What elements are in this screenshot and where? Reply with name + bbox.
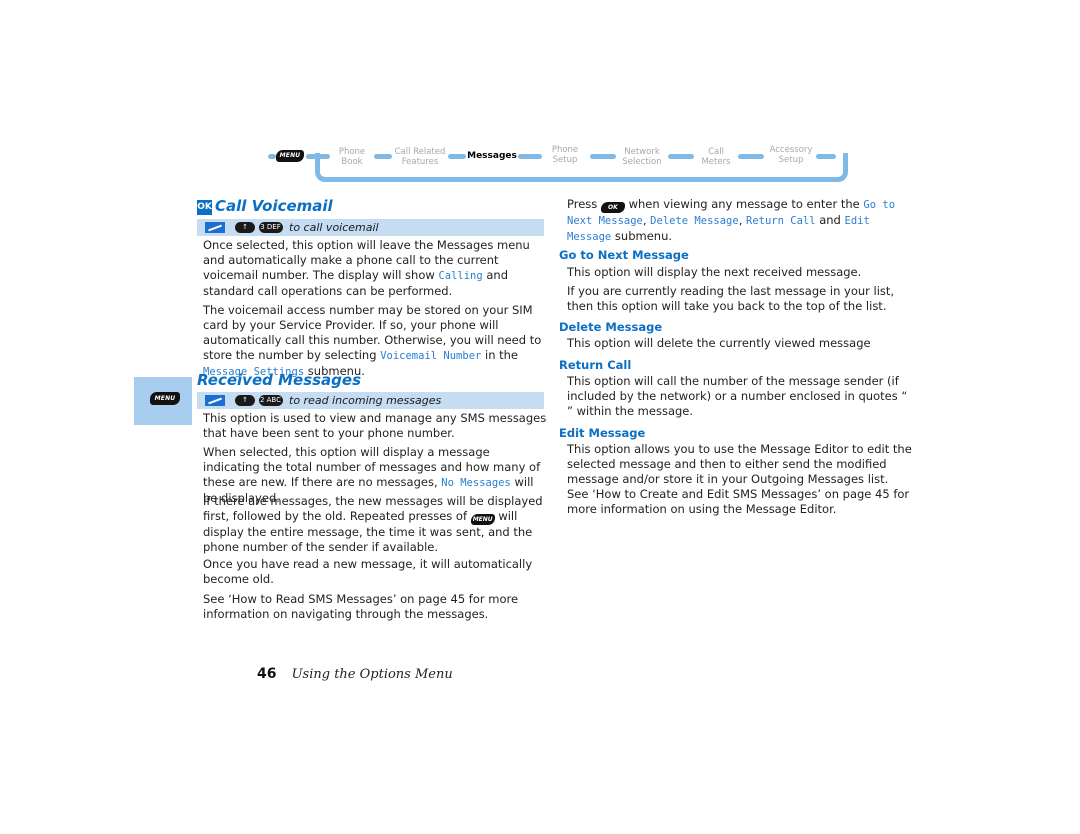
- display-text-delete-message: Delete Message: [650, 215, 739, 227]
- display-text-no-messages: No Messages: [441, 477, 511, 489]
- section-title-received-messages: Received Messages: [197, 371, 362, 389]
- page-footer: 46 Using the Options Menu: [257, 663, 453, 682]
- edit-message-paragraph: This option allows you to use the Messag…: [567, 442, 912, 516]
- nav-item-call-meters[interactable]: Call Meters: [694, 147, 738, 167]
- shortcut-icon: [205, 395, 225, 406]
- up-key-icon: ↑: [235, 395, 255, 406]
- shortcut-icon: [205, 222, 225, 233]
- submenu-intro: Press OK when viewing any message to ent…: [567, 197, 896, 243]
- footer-section-title: Using the Options Menu: [291, 667, 453, 682]
- display-text-return-call: Return Call: [746, 215, 816, 227]
- call-voicemail-paragraph-2: The voicemail access number may be store…: [203, 303, 542, 378]
- heading-text: Call Voicemail: [215, 197, 333, 215]
- nav-item-phone-book[interactable]: Phone Book: [330, 147, 374, 167]
- shortcut-bar-call-voicemail: ↑ 3 DEF to call voicemail: [197, 219, 544, 236]
- nav-connector: [590, 154, 616, 159]
- subheading-return-call: Return Call: [559, 358, 632, 372]
- return-call-paragraph: This option will call the number of the …: [567, 374, 908, 418]
- delete-message-paragraph: This option will delete the currently vi…: [567, 336, 871, 350]
- received-messages-paragraph-3: If there are messages, the new messages …: [203, 494, 543, 554]
- nav-item-call-related-features[interactable]: Call Related Features: [392, 147, 448, 167]
- received-messages-paragraph-4: Once you have read a new message, it wil…: [203, 557, 533, 586]
- shortcut-text: to read incoming messages: [289, 394, 442, 407]
- side-tab: MENU: [134, 377, 192, 425]
- shortcut-text: to call voicemail: [289, 221, 379, 234]
- nav-connector: [668, 154, 694, 159]
- go-to-next-paragraph-1: This option will display the next receiv…: [567, 265, 862, 279]
- received-messages-paragraph-1: This option is used to view and manage a…: [203, 411, 547, 440]
- menu-key-icon: MENU: [150, 392, 180, 405]
- nav-item-network-selection[interactable]: Network Selection: [616, 147, 668, 167]
- nav-connector: [738, 154, 764, 159]
- ok-key-icon: OK: [600, 202, 625, 213]
- nav-item-messages[interactable]: Messages: [466, 151, 518, 161]
- display-text-voicemail-number: Voicemail Number: [380, 350, 482, 362]
- two-key-icon: 2 ABC: [258, 395, 283, 406]
- nav-connector: [816, 154, 836, 159]
- nav-connector: [518, 154, 542, 159]
- section-title-call-voicemail: OK Call Voicemail: [197, 197, 333, 215]
- menu-key-icon: MENU: [470, 514, 495, 525]
- menu-key-icon: MENU: [276, 150, 304, 162]
- nav-item-accessory-setup[interactable]: Accessory Setup: [764, 145, 818, 165]
- nav-connector: [306, 154, 330, 159]
- three-key-icon: 3 DEF: [258, 222, 283, 233]
- subheading-edit-message: Edit Message: [559, 426, 646, 440]
- shortcut-bar-received-messages: ↑ 2 ABC to read incoming messages: [197, 392, 544, 409]
- nav-connector: [268, 154, 276, 159]
- up-key-icon: ↑: [235, 222, 255, 233]
- ok-key-icon: OK: [197, 200, 212, 215]
- menu-navigation-bar: MENU Phone Book Call Related Features Me…: [268, 143, 848, 185]
- subheading-delete-message: Delete Message: [559, 320, 663, 334]
- call-voicemail-paragraph-1: Once selected, this option will leave th…: [203, 238, 530, 298]
- go-to-next-paragraph-2: If you are currently reading the last me…: [567, 284, 895, 313]
- nav-item-phone-setup[interactable]: Phone Setup: [542, 145, 588, 165]
- nav-connector: [374, 154, 392, 159]
- received-messages-paragraph-5: See ‘How to Read SMS Messages’ on page 4…: [203, 592, 519, 621]
- page-number: 46: [257, 666, 277, 682]
- display-text-calling: Calling: [438, 270, 483, 282]
- subheading-go-to-next-message: Go to Next Message: [559, 248, 689, 262]
- nav-connector: [448, 154, 466, 159]
